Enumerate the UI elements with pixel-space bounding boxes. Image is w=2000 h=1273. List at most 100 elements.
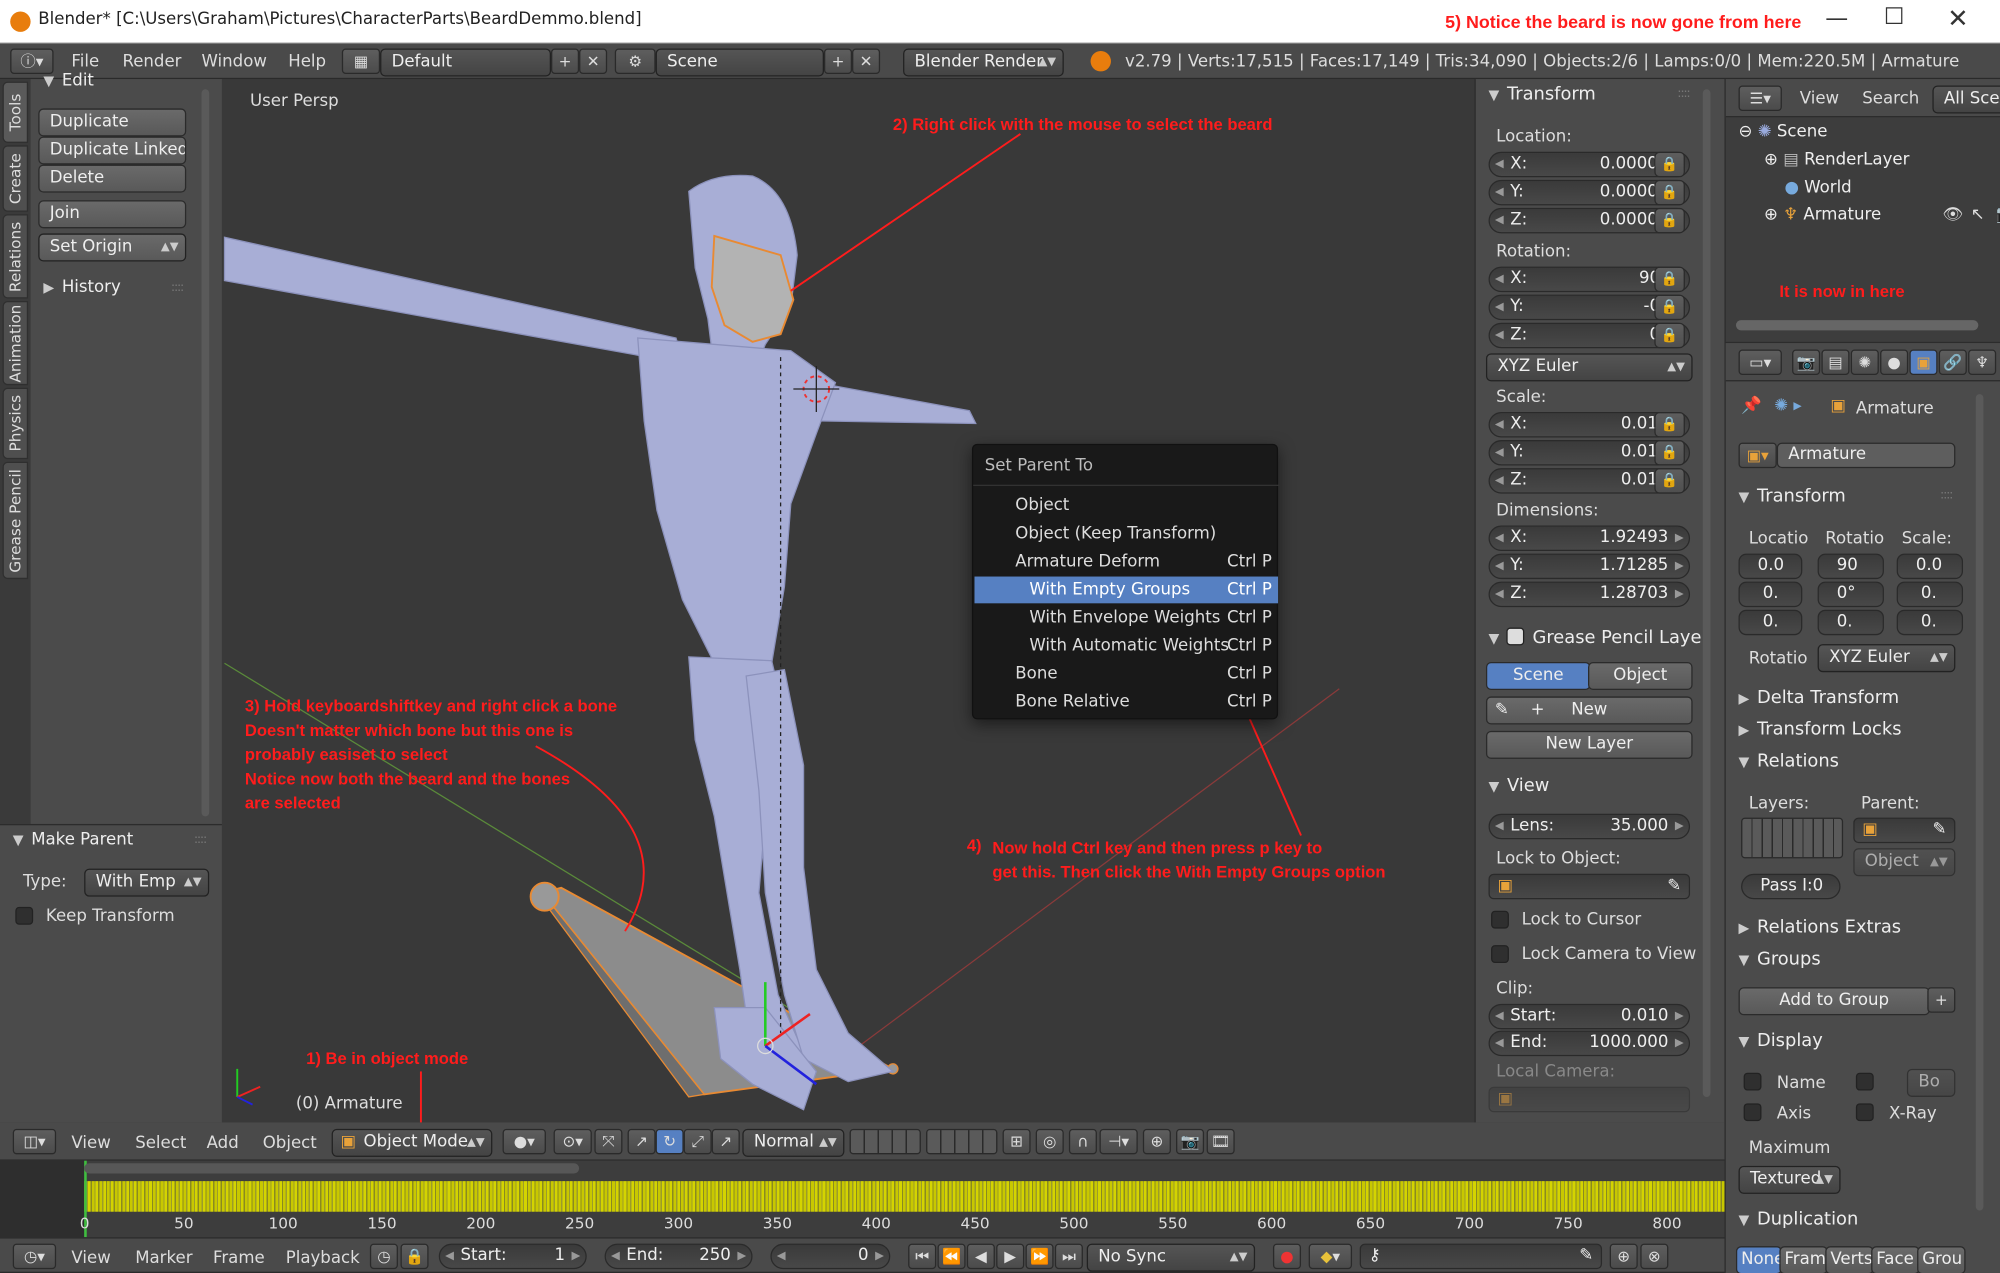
dup-faces-tab[interactable]: Face [1871,1246,1920,1273]
xray-checkbox[interactable] [1855,1103,1874,1122]
duplicate-button[interactable]: Duplicate [38,108,187,137]
new-group-icon[interactable]: + [1927,987,1956,1013]
view3d-menu-select[interactable]: Select [135,1134,186,1153]
properties-editor-scrollbar[interactable] [1975,394,1984,1211]
lock-to-object-field[interactable]: ▣ ✎ [1488,873,1691,900]
pin-icon[interactable]: 📌 [1741,397,1762,416]
eyedropper-icon[interactable]: ✎ [1667,875,1681,898]
transform-orientation-icon[interactable]: ↗ [711,1128,740,1155]
delete-button[interactable]: Delete [38,164,187,193]
properties-editor-icon[interactable]: ▭▾ [1738,349,1782,375]
menu-file[interactable]: File [71,52,99,71]
name-checkbox[interactable] [1743,1072,1762,1091]
proportional-edit-icon[interactable]: ◎ [1035,1128,1064,1155]
jump-prev-keyframe-icon[interactable]: ⏪ [937,1243,966,1270]
lock-icon[interactable]: 🔒 [1654,411,1685,438]
minimize-button[interactable]: — [1818,5,1856,32]
parent-field[interactable]: ▣ ✎ [1853,817,1956,844]
axis-checkbox[interactable] [1743,1103,1762,1122]
obj-location-x[interactable]: 0.0 [1738,553,1803,580]
menu-window[interactable]: Window [202,52,267,71]
popup-item-armature-deform[interactable]: Armature Deform [1015,552,1160,571]
menu-help[interactable]: Help [288,52,326,71]
current-frame-field[interactable]: ◀ 0 ▶ [770,1243,891,1270]
layer-grid[interactable] [1741,817,1844,859]
popup-item-bone-relative[interactable]: Bone Relative [1015,693,1129,712]
add-layout-icon[interactable]: + [551,48,580,74]
dup-none-tab[interactable]: None [1735,1246,1782,1273]
properties-scrollbar[interactable] [1702,89,1711,1097]
grease-pencil-checkbox[interactable] [1506,627,1525,646]
lock-icon[interactable]: 🔒 [1654,440,1685,466]
delete-keyframe-icon[interactable]: ⊗ [1640,1243,1669,1270]
lock-range-icon[interactable]: 🔒 [400,1243,429,1270]
insert-keyframe-icon[interactable]: ⊕ [1609,1243,1638,1270]
groups-header[interactable]: ▼ Groups [1739,949,1821,969]
end-frame-field[interactable]: ◀ End: 250 ▶ [604,1243,753,1270]
play-reverse-icon[interactable]: ◀ [966,1243,995,1270]
transform-locks-header[interactable]: ▶ Transform Locks [1739,719,1902,739]
keep-transform-checkbox[interactable] [15,906,34,925]
add-scene-icon[interactable]: + [823,48,853,74]
clip-start-field[interactable]: ◀ Start: 0.010 ▶ [1488,1003,1691,1030]
render-camera-icon[interactable]: 📷 [1996,205,2000,224]
play-icon[interactable]: ▶ [996,1243,1025,1270]
render-engine-select[interactable]: Blender Render ▲▼ [903,48,1064,77]
new-layer-button[interactable]: New Layer [1485,730,1693,759]
world-tab-icon[interactable]: ● [1880,349,1909,375]
toolshelf-scrollbar[interactable] [201,89,210,817]
display-header[interactable]: ▼ Display [1739,1031,1823,1051]
scale-manipulator-icon[interactable]: ⤢ [683,1128,712,1155]
popup-item-with-envelope-weights[interactable]: With Envelope Weights [1029,608,1220,627]
view-panel-header[interactable]: ▼ View [1489,776,1550,796]
lock-icon[interactable]: 🔒 [1654,266,1685,293]
pass-index-field[interactable]: Pass I:0 [1741,873,1841,900]
timeline-hscroll[interactable] [84,1163,580,1174]
render-tab-icon[interactable]: 📷 [1792,349,1821,375]
opengl-animation-icon[interactable]: 🎞 [1206,1128,1235,1155]
popup-item-with-empty-groups[interactable]: With Empty Groups Ctrl P [974,576,1279,604]
visibility-eye-icon[interactable]: 👁 [1943,205,1964,224]
obj-scale-z[interactable]: 0. [1896,609,1964,636]
dimension-z-field[interactable]: ◀ Z: 1.28703 ▶ [1488,581,1691,608]
expand-icon[interactable]: ⊕ [1764,151,1783,170]
record-icon[interactable]: ● [1272,1243,1302,1270]
lock-camera-checkbox[interactable] [1491,945,1509,964]
opengl-render-icon[interactable]: 📷 [1176,1128,1205,1155]
duplication-header[interactable]: ▼ Duplication [1739,1209,1859,1229]
parent-type-select[interactable]: With Emp ▲▼ [84,868,210,897]
edit-panel-header[interactable]: ▼ Edit [43,71,94,90]
jump-next-keyframe-icon[interactable]: ⏩ [1025,1243,1054,1270]
screen-layout-select[interactable]: Default [380,48,552,77]
scene-select[interactable]: Scene [655,48,824,77]
object-tab-icon[interactable]: ▣ [1909,349,1938,375]
interaction-mode-select[interactable]: ▣ Object Mode ▲▼ [331,1128,493,1157]
object-rotation-mode-select[interactable]: XYZ Euler ▲▼ [1817,644,1956,673]
outliner-display-mode-select[interactable]: All Sce [1932,85,2000,114]
tab-grease-pencil[interactable]: Grease Pencil [2,461,29,580]
scene-icon[interactable]: ⚙ [614,48,656,74]
viewport-shading-icon[interactable]: ●▾ [502,1128,546,1155]
outliner-scrollbar[interactable] [1735,320,1979,331]
jump-end-icon[interactable]: ⏭ [1054,1243,1083,1270]
expand-icon[interactable]: ⊕ [1764,205,1783,224]
maximize-button[interactable]: ☐ [1875,4,1913,31]
make-parent-header[interactable]: ▼ Make Parent [13,830,133,849]
data-tab-icon[interactable]: ♆ [1968,349,1997,375]
dimension-x-field[interactable]: ◀ X: 1.92493 ▶ [1488,525,1691,552]
view3d-menu-object[interactable]: Object [263,1134,317,1153]
outliner-item-armature[interactable]: ⊕ ♆ Armature 👁 ↖ 📷 [1759,202,2000,230]
bounds-checkbox[interactable] [1855,1072,1874,1091]
bounds-type-select[interactable]: Bo [1906,1068,1956,1097]
remove-scene-icon[interactable]: ✕ [852,48,881,74]
duplicate-linked-button[interactable]: Duplicate Linked [38,136,187,165]
keying-set-pick-icon[interactable]: ✎ [1579,1245,1593,1268]
remove-layout-icon[interactable]: ✕ [579,48,608,74]
snap-toggle-icon[interactable]: ∩ [1068,1128,1097,1155]
lock-icon[interactable]: 🔒 [1654,207,1685,234]
view3d-menu-view[interactable]: View [71,1134,110,1153]
snap-target-icon[interactable]: ⊕ [1142,1128,1171,1155]
render-layers-tab-icon[interactable]: ▤ [1821,349,1850,375]
rotation-mode-select[interactable]: XYZ Euler ▲▼ [1485,353,1693,382]
clip-end-field[interactable]: ◀ End: 1000.000 ▶ [1488,1030,1691,1057]
